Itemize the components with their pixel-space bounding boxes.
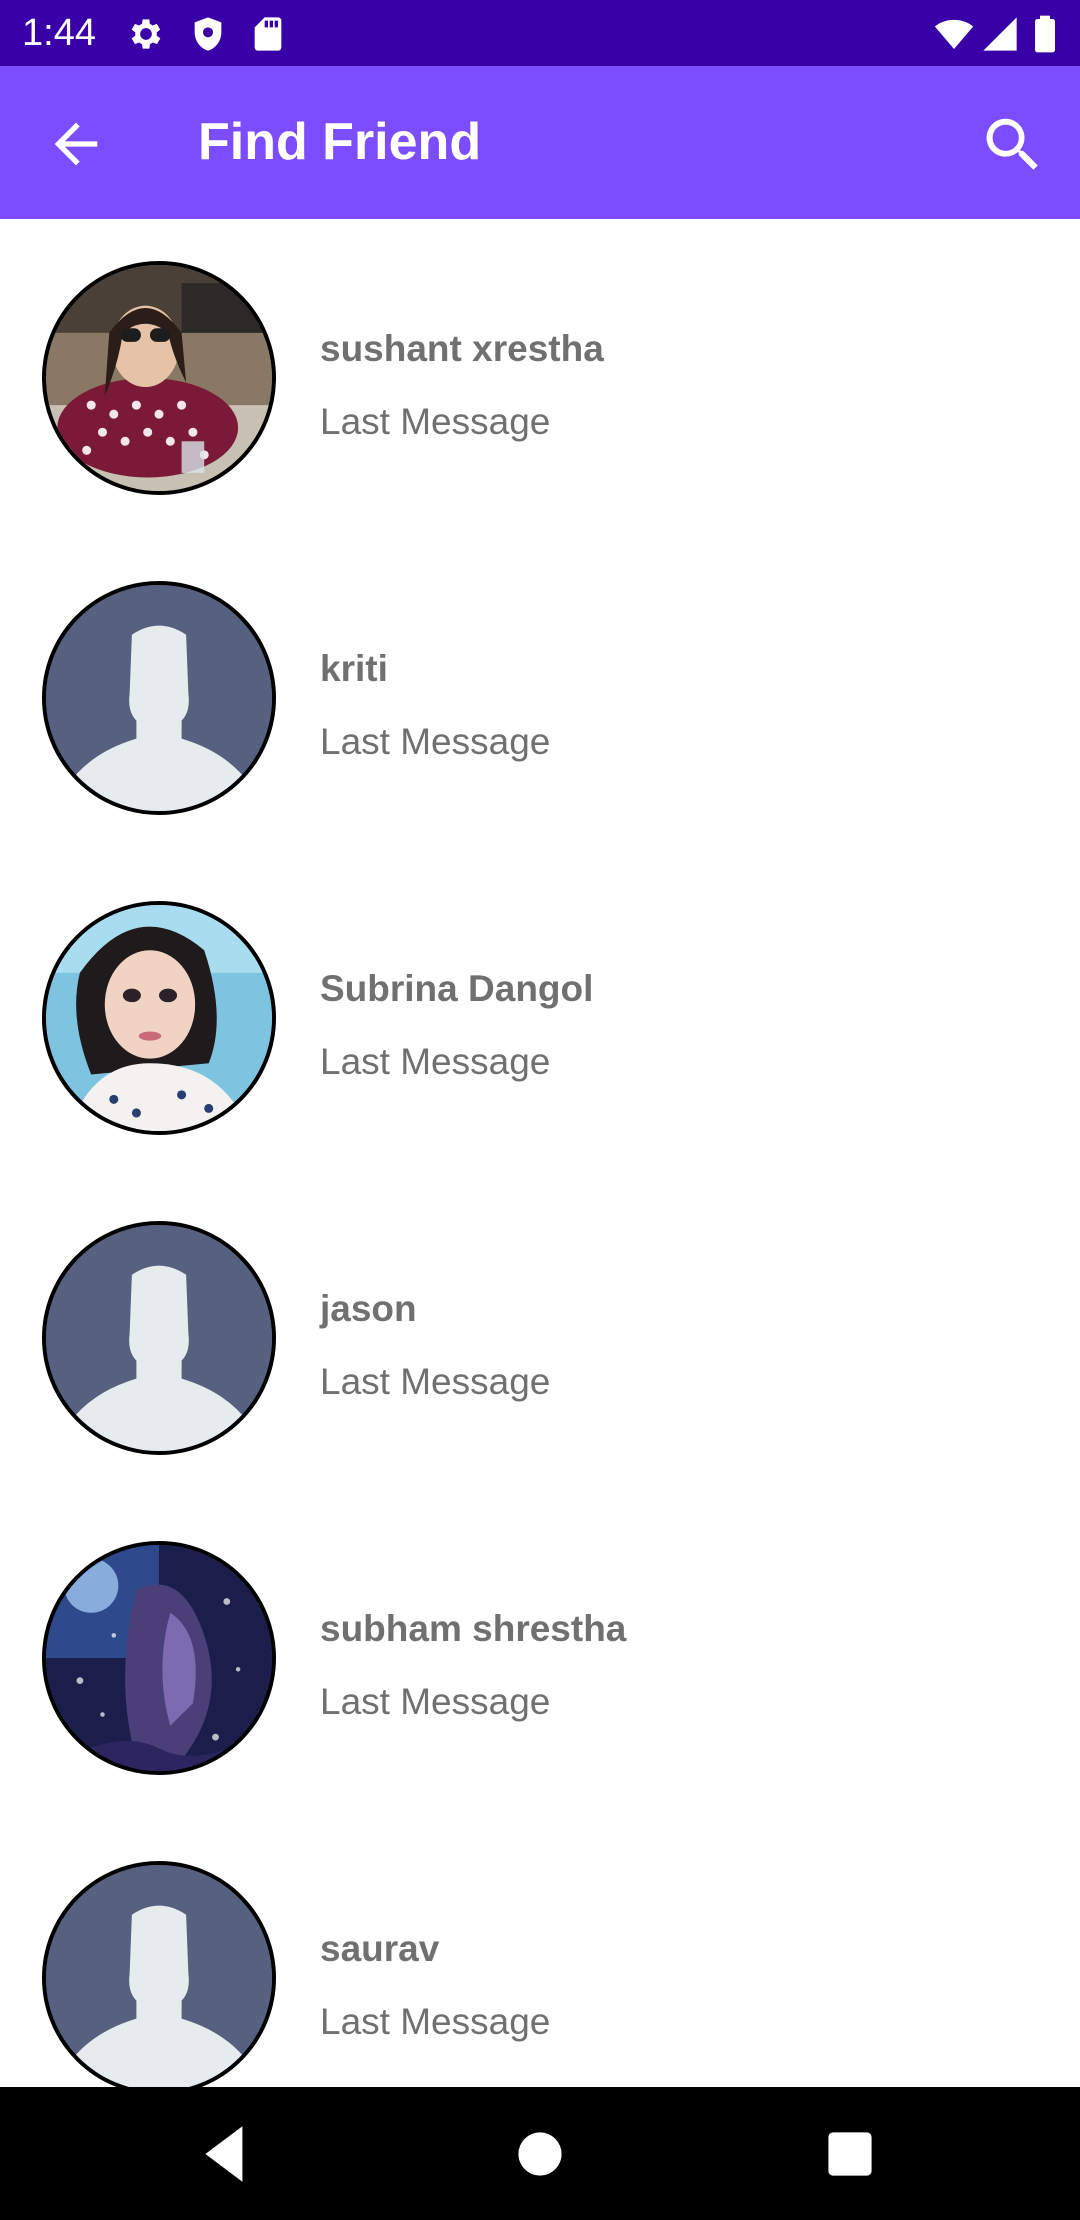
- arrow-back-icon: [54, 122, 98, 166]
- avatar: [42, 1221, 276, 1455]
- signal-icon: [980, 14, 1020, 54]
- friend-name: saurav: [320, 1928, 440, 1969]
- default-avatar-icon: [46, 585, 272, 811]
- avatar: [42, 1861, 276, 2087]
- settings-icon: [126, 14, 166, 54]
- sd-card-icon: [248, 14, 288, 54]
- navigation-bar: [0, 2087, 1080, 2220]
- avatar: [42, 1541, 276, 1775]
- friend-last-message: Last Message: [320, 401, 551, 442]
- friend-list-item[interactable]: sushant xrestha Last Message: [0, 219, 1080, 539]
- home-circle-icon: [518, 2132, 562, 2176]
- friend-last-message: Last Message: [320, 1041, 551, 1082]
- friend-last-message: Last Message: [320, 1361, 551, 1402]
- status-time: 1:44: [22, 12, 96, 54]
- friend-name: jason: [320, 1288, 417, 1329]
- avatar: [42, 901, 276, 1135]
- status-bar: 1:44: [0, 0, 1080, 66]
- nav-recents-button[interactable]: [813, 2117, 887, 2191]
- friend-name: sushant xrestha: [320, 328, 604, 369]
- friend-list-item[interactable]: subham shrestha Last Message: [0, 1499, 1080, 1819]
- friend-name: subham shrestha: [320, 1608, 627, 1649]
- default-avatar-icon: [46, 1865, 272, 2087]
- friend-last-message: Last Message: [320, 1681, 551, 1722]
- back-button[interactable]: [40, 112, 112, 176]
- shield-icon: [188, 14, 228, 54]
- battery-icon: [1030, 14, 1060, 54]
- avatar: [42, 581, 276, 815]
- friend-list-item[interactable]: kriti Last Message: [0, 539, 1080, 859]
- page-title: Find Friend: [198, 113, 482, 171]
- back-triangle-icon: [205, 2126, 243, 2182]
- avatar: [42, 261, 276, 495]
- nav-home-button[interactable]: [503, 2117, 577, 2191]
- app-bar: Find Friend: [0, 66, 1080, 219]
- recents-square-icon: [828, 2132, 872, 2176]
- friend-list-item[interactable]: Subrina Dangol Last Message: [0, 859, 1080, 1179]
- friend-last-message: Last Message: [320, 2001, 551, 2042]
- default-avatar-icon: [46, 1225, 272, 1451]
- wifi-icon: [934, 14, 974, 54]
- friend-name: kriti: [320, 648, 388, 689]
- friend-last-message: Last Message: [320, 721, 551, 762]
- friend-name: Subrina Dangol: [320, 968, 594, 1009]
- search-button[interactable]: [978, 110, 1048, 180]
- friend-list-item[interactable]: jason Last Message: [0, 1179, 1080, 1499]
- search-icon: [986, 118, 1038, 170]
- screen: 1:44 Find Friend sushant xrestha Last Me…: [0, 0, 1080, 2220]
- nav-back-button[interactable]: [190, 2117, 264, 2191]
- friend-list-item[interactable]: saurav Last Message: [0, 1819, 1080, 2087]
- friend-list[interactable]: sushant xrestha Last Message kriti Last …: [0, 219, 1080, 2087]
